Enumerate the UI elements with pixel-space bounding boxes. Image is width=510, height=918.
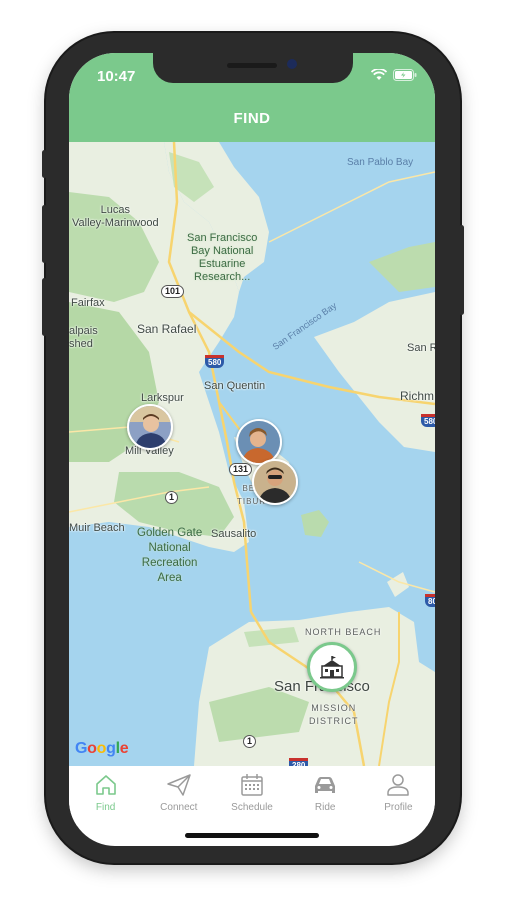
phone-screen: 10:47 FIND San Pablo Bay Lucas Valley-Ma… xyxy=(69,53,435,846)
map-view[interactable]: San Pablo Bay Lucas Valley-Marinwood San… xyxy=(69,142,435,766)
app-header: 10:47 FIND xyxy=(69,53,435,142)
school-icon xyxy=(320,656,344,679)
route-80-shield: 80 xyxy=(425,594,435,607)
google-logo: Google xyxy=(75,740,129,757)
label-fairfax: Fairfax xyxy=(71,297,105,309)
power-button xyxy=(459,225,464,315)
tab-ride[interactable]: Ride xyxy=(289,766,362,826)
label-san-r: San R xyxy=(407,342,435,354)
status-icons xyxy=(371,69,417,81)
label-alpais: alpais shed xyxy=(69,325,98,350)
route-131-shield: 131 xyxy=(229,463,253,476)
label-mission-district: MISSION DISTRICT xyxy=(309,703,359,726)
tab-label: Connect xyxy=(160,802,198,813)
home-indicator[interactable] xyxy=(185,833,319,838)
paper-plane-icon xyxy=(167,774,191,796)
front-camera xyxy=(287,59,297,69)
notch xyxy=(153,53,353,83)
speaker xyxy=(227,63,277,68)
person-photo-icon xyxy=(129,406,171,448)
user-avatar-3[interactable] xyxy=(252,459,298,505)
person-photo-icon xyxy=(238,421,280,463)
volume-down-button xyxy=(42,278,47,336)
home-icon xyxy=(95,775,116,795)
label-golden-gate: Golden Gate National Recreation Area xyxy=(137,527,203,584)
label-north-beach: NORTH BEACH xyxy=(305,627,382,637)
tab-find[interactable]: Find xyxy=(69,766,142,826)
calendar-icon xyxy=(241,774,263,796)
route-580-shield-east: 580 xyxy=(421,414,435,427)
tab-label: Find xyxy=(95,802,116,813)
label-san-quentin: San Quentin xyxy=(204,380,266,392)
battery-icon xyxy=(393,69,417,81)
tab-label: Schedule xyxy=(231,802,273,813)
route-101-shield: 101 xyxy=(161,285,185,298)
status-time: 10:47 xyxy=(97,68,136,85)
person-icon xyxy=(387,774,410,796)
tab-connect[interactable]: Connect xyxy=(142,766,215,826)
tab-schedule[interactable]: Schedule xyxy=(215,766,288,826)
tab-label: Ride xyxy=(314,802,336,813)
page-title: FIND xyxy=(233,110,271,127)
route-1-shield: 1 xyxy=(165,491,179,504)
tab-bar: Find Connect Schedule Ride Profile xyxy=(69,766,435,826)
person-photo-icon xyxy=(254,461,296,503)
label-muir-beach: Muir Beach xyxy=(69,522,125,534)
label-richmond: Richm xyxy=(400,389,435,403)
route-580-shield: 580 xyxy=(205,355,225,368)
car-icon xyxy=(315,777,336,793)
wifi-icon xyxy=(371,69,387,80)
mute-switch xyxy=(42,150,47,178)
label-san-rafael: San Rafael xyxy=(137,322,197,336)
volume-up-button xyxy=(42,205,47,263)
label-sausalito: Sausalito xyxy=(211,528,257,540)
route-1-shield-sf: 1 xyxy=(243,735,257,748)
label-lucas-valley: Lucas Valley-Marinwood xyxy=(72,204,159,229)
label-san-pablo-bay: San Pablo Bay xyxy=(347,157,414,168)
school-marker[interactable] xyxy=(307,642,357,692)
tab-label: Profile xyxy=(384,802,413,813)
user-avatar-1[interactable] xyxy=(127,404,173,450)
label-larkspur: Larkspur xyxy=(141,392,184,404)
route-280-shield: 280 xyxy=(289,758,309,766)
label-sf-bay-refuge: San Francisco Bay National Estuarine Res… xyxy=(187,232,258,283)
tab-profile[interactable]: Profile xyxy=(362,766,435,826)
